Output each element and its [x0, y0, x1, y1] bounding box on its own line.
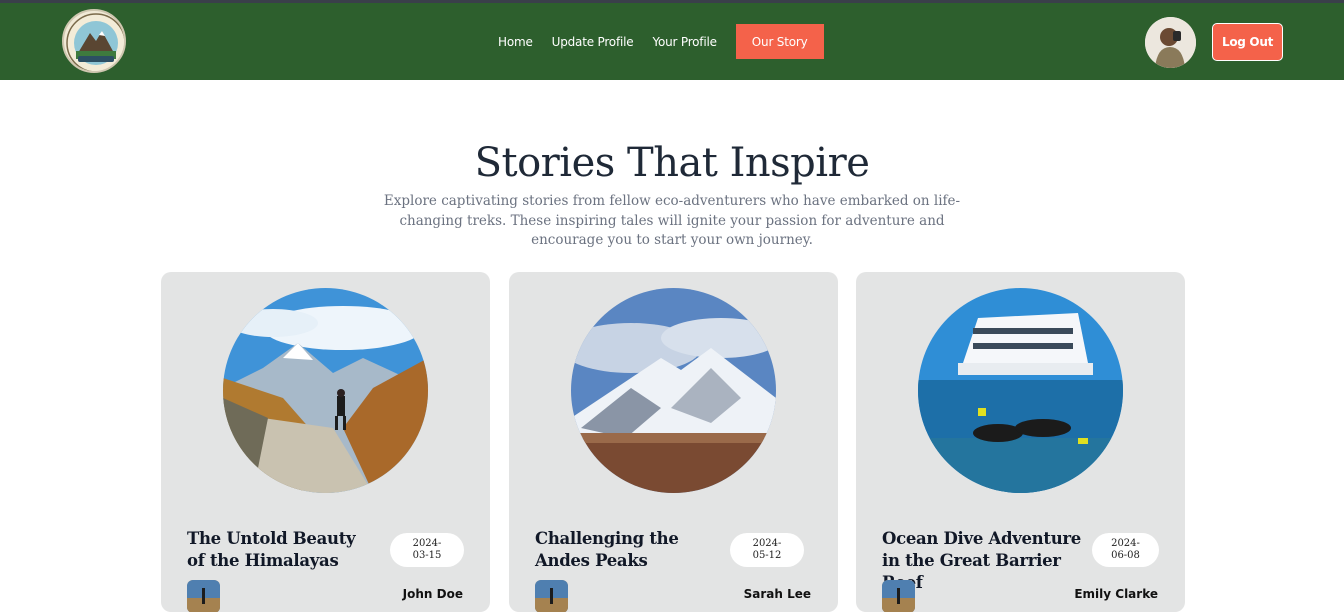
- story-date-badge: 2024-03-15: [390, 533, 464, 567]
- reef-dive-image: [918, 288, 1123, 493]
- nav-home[interactable]: Home: [498, 35, 533, 49]
- nav-our-story[interactable]: Our Story: [735, 24, 824, 59]
- author-photo-icon: [535, 580, 568, 612]
- story-title[interactable]: The Untold Beauty of the Himalayas: [187, 528, 377, 572]
- user-photo-icon: [1145, 17, 1196, 68]
- page-title: Stories That Inspire: [474, 140, 870, 186]
- nav-your-profile[interactable]: Your Profile: [652, 35, 717, 49]
- andes-peaks-image: [571, 288, 776, 493]
- author-thumbnail: [187, 580, 220, 612]
- author-photo-icon: [882, 580, 915, 612]
- mountain-logo-icon: [66, 13, 124, 71]
- logo[interactable]: [62, 9, 126, 73]
- story-date-badge: 2024-06-08: [1092, 533, 1159, 567]
- navbar: Home Update Profile Your Profile Our Sto…: [0, 3, 1344, 80]
- nav-update-profile[interactable]: Update Profile: [552, 35, 634, 49]
- main-nav: Home Update Profile Your Profile Our Sto…: [498, 24, 843, 59]
- story-card[interactable]: The Untold Beauty of the Himalayas 2024-…: [161, 272, 490, 612]
- story-title[interactable]: Challenging the Andes Peaks: [535, 528, 725, 572]
- himalaya-trek-image: [223, 288, 428, 493]
- author-thumbnail: [535, 580, 568, 612]
- story-image: [223, 288, 428, 493]
- author-thumbnail: [882, 580, 915, 612]
- story-image: [918, 288, 1123, 493]
- page-subtitle: Explore captivating stories from fellow …: [383, 193, 961, 248]
- logout-button[interactable]: Log Out: [1212, 23, 1283, 61]
- author-photo-icon: [187, 580, 220, 612]
- story-date-badge: 2024-05-12: [730, 533, 804, 567]
- user-avatar[interactable]: [1145, 17, 1196, 68]
- story-card[interactable]: Ocean Dive Adventure in the Great Barrie…: [856, 272, 1185, 612]
- story-card[interactable]: Challenging the Andes Peaks 2024-05-12 S…: [509, 272, 838, 612]
- story-image: [571, 288, 776, 493]
